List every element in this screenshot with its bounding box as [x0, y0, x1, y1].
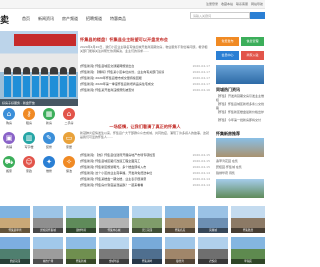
sparkle-icon: ✧ [63, 156, 75, 168]
bookmark-link[interactable]: 收藏本站 [221, 2, 233, 6]
truck-icon: ⛟ [3, 156, 15, 168]
property-thumb[interactable]: 怀集中心城 [99, 206, 129, 233]
sidebar-property-image-2[interactable] [216, 179, 264, 198]
site-logo[interactable]: 卖 [0, 13, 9, 26]
wrench-icon: ✦ [43, 156, 55, 168]
sidebar: 免费发布 信息管理 会员中心 商家入驻 同城热门资讯 【怀集】开发商延期交房引发… [214, 31, 265, 209]
news-list: [怀集新闻] 怀集县城区交通路网规划出台 2020-04-17 [怀集新闻] 【爆… [80, 63, 210, 93]
property-thumb[interactable]: 怀集翡翠湾 [0, 206, 30, 233]
category-icon-grid: ⌂ 购房 ⚷ 租房 ▦ 新房 ⌂ 二手房 ▣ 商铺 ▥ 写字楼 ✎ 装修 ▭ 家居 ⛟ 搬家 ☺ 家… [0, 108, 78, 196]
category-moving[interactable]: ⛟ 搬家 [0, 156, 18, 176]
category-rent[interactable]: ⚷ 租房 [20, 108, 38, 128]
news-headline[interactable]: 怀集县的楼盘！怀集县业主盼望可以开盘发布会 [80, 37, 210, 43]
home-icon: ⌂ [63, 108, 75, 120]
support-link[interactable]: 联系客服 [236, 2, 248, 6]
office-icon: ▥ [23, 132, 35, 144]
news-summary-2: 新冠肺炎疫情发生以来，怀集县广大干部群众众志成城，共同抗疫，涌现了许多感人的故事… [80, 131, 210, 140]
main-nav: 首页 新闻资讯 房产频道 招聘频道 特惠商品 [22, 16, 126, 22]
property-thumb[interactable]: 城市广场 [33, 237, 63, 264]
property-thumb[interactable]: 怀集新城 [66, 237, 96, 264]
person-icon: ☺ [23, 156, 35, 168]
house-icon: ⌂ [3, 108, 15, 120]
sidebar-news-item[interactable]: 【怀集】怀集新区楼盘最新价格出炉 [216, 110, 264, 114]
sidebar-news-item[interactable]: 【怀集】怀集县城区新增多条公交线路 [216, 102, 264, 110]
property-thumb[interactable]: 锦绣华府 [66, 206, 96, 233]
sidebar-property-item[interactable]: 碧桂园·怀集城 在售 [216, 165, 264, 169]
category-new[interactable]: ▦ 新房 [40, 108, 58, 128]
news-summary: 2020年4月20日，我们小区业主联名写信反映开发商延期交房，物业服务不到位等问… [80, 45, 208, 54]
property-thumb[interactable]: 鼎盛花园 [0, 237, 30, 264]
property-gallery: 怀集翡翠湾 碧桂园怀集城 锦绣华府 怀集中心城 滨江花园 怀集名苑 凤凰城 怀集… [0, 206, 265, 267]
merchant-button[interactable]: 商家入驻 [241, 51, 264, 60]
property-thumb[interactable]: 凤凰城 [198, 206, 228, 233]
news-list-2: [怀集新闻] 【热】怀集县住建局开展房地产市场专项检查 2020-04-15 [怀… [80, 152, 210, 188]
banner-caption: 好房子好服务 · 新盘开放 [0, 99, 78, 106]
category-furniture[interactable]: ▭ 家居 [60, 132, 78, 152]
nav-deals[interactable]: 特惠商品 [110, 16, 126, 22]
register-link[interactable]: 注册登录 [206, 2, 218, 6]
category-shop[interactable]: ▣ 商铺 [0, 132, 18, 152]
property-thumb[interactable]: 怀集湖畔 [132, 237, 162, 264]
sidebar-ad-banner[interactable] [216, 65, 264, 84]
sidebar-property-item[interactable]: 翡翠湾花园 在售 [216, 159, 264, 163]
search-button[interactable] [250, 12, 265, 19]
property-thumb[interactable]: 翠湖苑 [231, 237, 265, 264]
manage-button[interactable]: 信息管理 [241, 37, 264, 46]
sidebar-news-item[interactable]: 【怀集】开发商延期交房引发业主维权 [216, 94, 264, 102]
nav-jobs[interactable]: 招聘频道 [86, 16, 102, 22]
banner-image[interactable]: 好房子好服务 · 新盘开放 [0, 31, 78, 106]
property-thumb[interactable]: 金域华庭 [99, 237, 129, 264]
property-thumb[interactable]: 怀集名苑 [165, 206, 195, 233]
nav-property[interactable]: 房产频道 [62, 16, 78, 22]
member-button[interactable]: 会员中心 [216, 51, 239, 60]
sidebar-news-item[interactable]: 【怀集】今年第一批新房即将交付 [216, 118, 264, 122]
sidebar-property-item[interactable]: 锦绣华府 待售 [216, 171, 264, 175]
category-housekeeping[interactable]: ☺ 家政 [20, 156, 38, 176]
sidebar-property-image[interactable] [216, 138, 264, 157]
sidebar-section-title-2: 怀集新房推荐 [216, 131, 240, 136]
top-links: 注册登录 收藏本站 联系客服 网站导航 [206, 2, 263, 6]
brush-icon: ✎ [43, 132, 55, 144]
category-repair[interactable]: ✦ 维修 [40, 156, 58, 176]
property-thumb[interactable]: 碧桂园怀集城 [33, 206, 63, 233]
nav-home[interactable]: 首页 [22, 16, 30, 22]
sofa-icon: ▭ [63, 132, 75, 144]
list-item[interactable]: [怀集新闻] 怀集房价到底是涨是跌？一起来看看 2020-04-14 [80, 182, 210, 188]
property-thumb[interactable]: 君悦府 [198, 237, 228, 264]
sitemap-link[interactable]: 网站导航 [251, 2, 263, 6]
banner-people [4, 67, 76, 97]
publish-button[interactable]: 免费发布 [216, 37, 239, 46]
category-decor[interactable]: ✎ 装修 [40, 132, 58, 152]
property-thumb[interactable]: 怀集雅居 [231, 206, 265, 233]
search-input[interactable]: 请输入关键词 [190, 12, 250, 19]
category-office[interactable]: ▥ 写字楼 [20, 132, 38, 152]
category-buy[interactable]: ⌂ 购房 [0, 108, 18, 128]
category-cleaning[interactable]: ✧ 保洁 [60, 156, 78, 176]
building-icon: ▦ [43, 108, 55, 120]
key-icon: ⚷ [23, 108, 35, 120]
property-thumb[interactable]: 滨江花园 [132, 206, 162, 233]
sidebar-section-title: 同城热门资讯 [216, 87, 240, 92]
category-second-hand[interactable]: ⌂ 二手房 [60, 108, 78, 128]
banner-sign [14, 34, 76, 46]
news-headline-2[interactable]: 一场疫情，让我们看清了真正的怀集人 [80, 124, 210, 130]
shop-icon: ▣ [3, 132, 15, 144]
property-thumb[interactable]: 御景湾 [165, 237, 195, 264]
top-bar: 注册登录 收藏本站 联系客服 网站导航 [0, 0, 265, 9]
nav-news[interactable]: 新闻资讯 [38, 16, 54, 22]
list-item[interactable]: [怀集新闻] 怀集某开发商违规预售被查处 2020-04-16 [80, 87, 210, 93]
